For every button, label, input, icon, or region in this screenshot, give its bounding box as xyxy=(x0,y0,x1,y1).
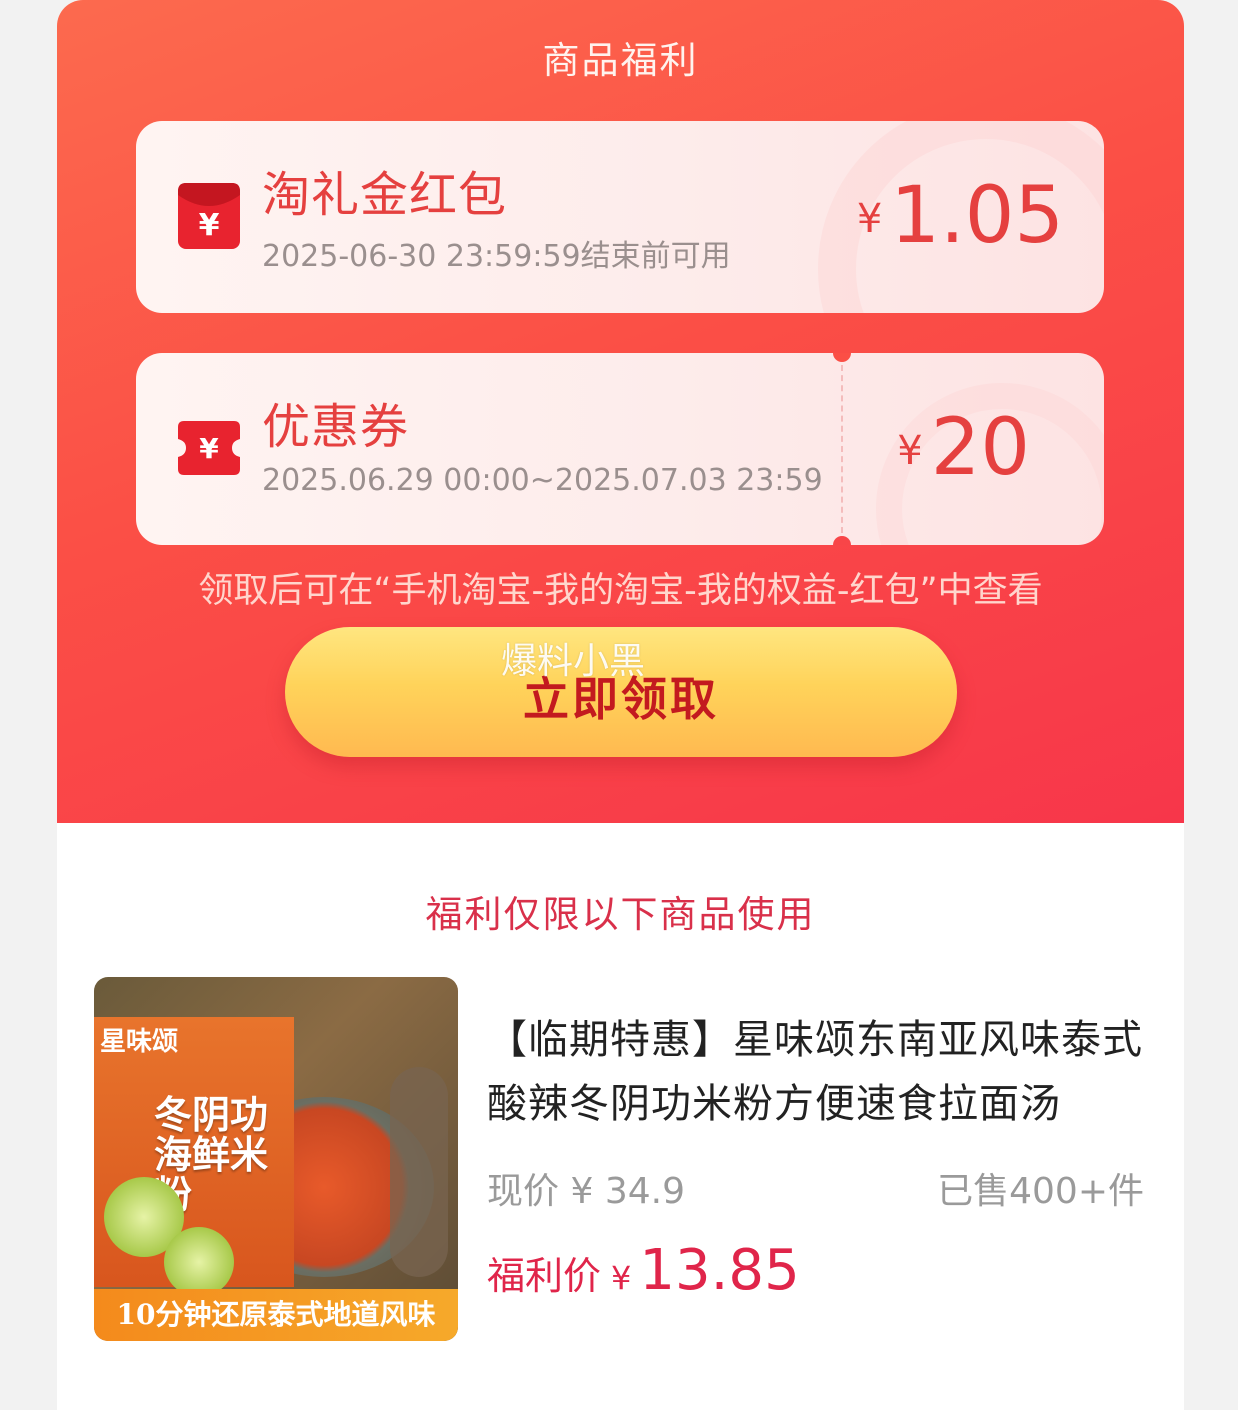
coupon-value: 1.05 xyxy=(890,171,1064,261)
product-title[interactable]: 【临期特惠】星味颂东南亚风味泰式酸辣冬阴功米粉方便速食拉面汤 xyxy=(487,1008,1157,1136)
claim-tip: 领取后可在“手机淘宝-我的淘宝-我的权益-红包”中查看 xyxy=(198,571,1043,611)
red-envelope-coupon[interactable]: ¥ 淘礼金红包 2025-06-30 23:59:59结束前可用 ¥1.05 xyxy=(136,121,1104,313)
product-image[interactable]: 星味颂 冬阴功海鲜米粉 10分钟还原泰式地道风味 xyxy=(94,977,458,1341)
current-price-value: ¥ 34.9 xyxy=(570,1171,685,1212)
current-price: 现价 ¥ 34.9 xyxy=(487,1162,685,1214)
product-brand: 星味颂 xyxy=(100,1027,179,1057)
coupon-validity: 2025-06-30 23:59:59结束前可用 xyxy=(262,239,731,274)
coupon-validity: 2025.06.29 00:00~2025.07.03 23:59 xyxy=(262,463,823,498)
svg-text:¥: ¥ xyxy=(199,208,220,243)
watermark: 爆料小黑 xyxy=(501,641,646,682)
welfare-price-value: 13.85 xyxy=(639,1238,800,1303)
sold-count: 已售400+件 xyxy=(937,1171,1144,1212)
page-title: 商品福利 xyxy=(542,39,699,82)
discount-coupon[interactable]: ¥ 优惠券 2025.06.29 00:00~2025.07.03 23:59 … xyxy=(136,353,1104,545)
currency-symbol: ¥ xyxy=(897,428,923,474)
currency-symbol: ¥ xyxy=(856,196,883,242)
welfare-card: 商品福利 ¥ 淘礼金红包 2025-06-30 23:59:59结束前可用 ¥1… xyxy=(57,0,1184,1410)
ticket-icon: ¥ xyxy=(178,421,240,487)
welfare-currency: ¥ xyxy=(611,1259,632,1297)
red-envelope-icon: ¥ xyxy=(178,183,240,249)
coupon-divider xyxy=(841,365,843,533)
product-banner: 10分钟还原泰式地道风味 xyxy=(94,1289,458,1341)
welfare-price-label: 福利价 xyxy=(487,1254,602,1298)
svg-text:¥: ¥ xyxy=(199,432,219,465)
coupon-value: 20 xyxy=(930,403,1030,493)
coupon-title: 优惠券 xyxy=(262,399,410,455)
current-price-label: 现价 xyxy=(487,1171,560,1212)
coupon-title: 淘礼金红包 xyxy=(262,167,508,223)
section-title: 福利仅限以下商品使用 xyxy=(425,893,816,936)
coupon-notch xyxy=(833,353,851,362)
coupon-amount: ¥1.05 xyxy=(857,171,1064,261)
lime-graphic xyxy=(164,1227,234,1297)
coupon-amount: ¥20 xyxy=(897,403,1030,493)
welfare-price: 福利价 ¥13.85 xyxy=(487,1238,800,1303)
feature-strip xyxy=(390,1067,448,1277)
welfare-hero: 商品福利 ¥ 淘礼金红包 2025-06-30 23:59:59结束前可用 ¥1… xyxy=(57,0,1184,823)
coupon-notch xyxy=(833,536,851,545)
